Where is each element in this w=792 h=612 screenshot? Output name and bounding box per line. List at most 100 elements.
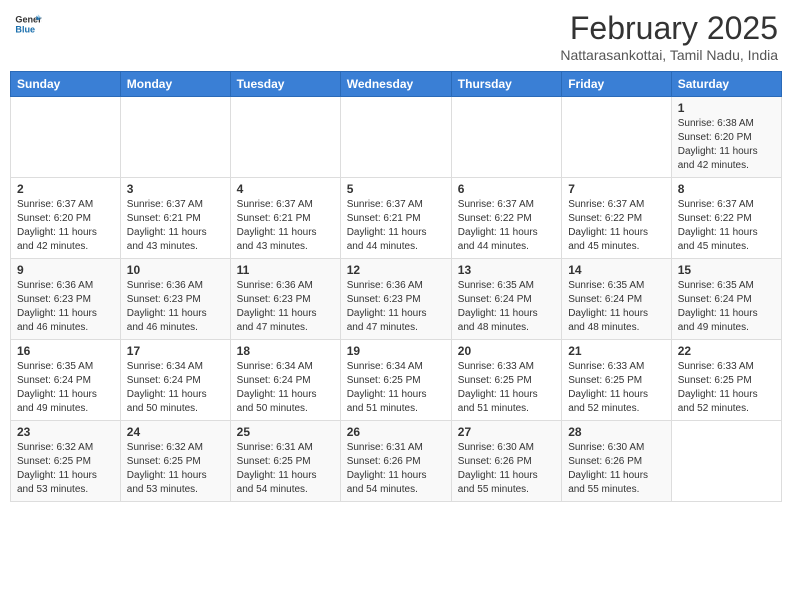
day-info: Sunrise: 6:37 AM Sunset: 6:22 PM Dayligh… — [568, 198, 665, 254]
calendar-day-cell: 19Sunrise: 6:34 AM Sunset: 6:25 PM Dayli… — [340, 340, 451, 421]
day-info: Sunrise: 6:33 AM Sunset: 6:25 PM Dayligh… — [678, 360, 775, 416]
weekday-header: Tuesday — [230, 72, 340, 97]
calendar-day-cell: 13 Sunrise: 6:35 AM Sunset: 6:24 PM Dayli… — [451, 259, 561, 340]
day-number: 14 — [568, 263, 665, 277]
day-info: Sunrise: 6:36 AM Sunset: 6:23 PM Dayligh… — [17, 279, 114, 335]
day-info: Sunrise: 6:35 AM Sunset: 6:24 PM Dayligh… — [568, 279, 665, 335]
calendar-week-row: 1 Sunrise: 6:38 AM Sunset: 6:20 PM Daylig… — [11, 97, 782, 178]
weekday-header: Monday — [120, 72, 230, 97]
day-info: Sunrise: 6:32 AM Sunset: 6:25 PM Dayligh… — [17, 441, 114, 497]
calendar-day-cell: 1 Sunrise: 6:38 AM Sunset: 6:20 PM Daylig… — [671, 97, 781, 178]
day-number: 24 — [127, 425, 224, 439]
day-number: 16 — [17, 344, 114, 358]
calendar-week-row: 9 Sunrise: 6:36 AM Sunset: 6:23 PM Daylig… — [11, 259, 782, 340]
calendar-day-cell: 16 Sunrise: 6:35 AM Sunset: 6:24 PM Dayli… — [11, 340, 121, 421]
day-info: Sunrise: 6:31 AM Sunset: 6:26 PM Dayligh… — [347, 441, 445, 497]
day-info: Sunrise: 6:34 AM Sunset: 6:24 PM Dayligh… — [127, 360, 224, 416]
location: Nattarasankottai, Tamil Nadu, India — [560, 47, 778, 63]
day-number: 19 — [347, 344, 445, 358]
calendar-day-cell: 5 Sunrise: 6:37 AM Sunset: 6:21 PM Daylig… — [340, 178, 451, 259]
day-info: Sunrise: 6:37 AM Sunset: 6:20 PM Dayligh… — [17, 198, 114, 254]
day-info: Sunrise: 6:35 AM Sunset: 6:24 PM Dayligh… — [678, 279, 775, 335]
day-number: 20 — [458, 344, 555, 358]
day-info: Sunrise: 6:31 AM Sunset: 6:25 PM Dayligh… — [237, 441, 334, 497]
day-info: Sunrise: 6:33 AM Sunset: 6:25 PM Dayligh… — [568, 360, 665, 416]
svg-text:Blue: Blue — [15, 24, 35, 34]
day-info: Sunrise: 6:38 AM Sunset: 6:20 PM Dayligh… — [678, 117, 775, 173]
calendar-day-cell: 3Sunrise: 6:37 AM Sunset: 6:21 PM Daylig… — [120, 178, 230, 259]
day-info: Sunrise: 6:30 AM Sunset: 6:26 PM Dayligh… — [458, 441, 555, 497]
calendar-day-cell: 4Sunrise: 6:37 AM Sunset: 6:21 PM Daylig… — [230, 178, 340, 259]
calendar-day-cell — [11, 97, 121, 178]
calendar-day-cell — [562, 97, 672, 178]
day-info: Sunrise: 6:36 AM Sunset: 6:23 PM Dayligh… — [237, 279, 334, 335]
day-number: 11 — [237, 263, 334, 277]
header-row: SundayMondayTuesdayWednesdayThursdayFrid… — [11, 72, 782, 97]
day-number: 25 — [237, 425, 334, 439]
calendar-day-cell: 20 Sunrise: 6:33 AM Sunset: 6:25 PM Dayli… — [451, 340, 561, 421]
calendar-day-cell: 24 Sunrise: 6:32 AM Sunset: 6:25 PM Dayli… — [120, 421, 230, 502]
page-header: General Blue February 2025 Nattarasankot… — [10, 10, 782, 63]
day-info: Sunrise: 6:36 AM Sunset: 6:23 PM Dayligh… — [347, 279, 445, 335]
logo-icon: General Blue — [14, 10, 42, 38]
day-number: 4 — [237, 182, 334, 196]
day-number: 9 — [17, 263, 114, 277]
calendar-table: SundayMondayTuesdayWednesdayThursdayFrid… — [10, 71, 782, 502]
calendar-week-row: 16 Sunrise: 6:35 AM Sunset: 6:24 PM Dayli… — [11, 340, 782, 421]
weekday-header: Friday — [562, 72, 672, 97]
day-info: Sunrise: 6:33 AM Sunset: 6:25 PM Dayligh… — [458, 360, 555, 416]
day-info: Sunrise: 6:35 AM Sunset: 6:24 PM Dayligh… — [17, 360, 114, 416]
day-info: Sunrise: 6:32 AM Sunset: 6:25 PM Dayligh… — [127, 441, 224, 497]
day-number: 27 — [458, 425, 555, 439]
calendar-day-cell: 28Sunrise: 6:30 AM Sunset: 6:26 PM Dayli… — [562, 421, 672, 502]
calendar-week-row: 2 Sunrise: 6:37 AM Sunset: 6:20 PM Daylig… — [11, 178, 782, 259]
day-info: Sunrise: 6:37 AM Sunset: 6:22 PM Dayligh… — [458, 198, 555, 254]
calendar-day-cell: 12Sunrise: 6:36 AM Sunset: 6:23 PM Dayli… — [340, 259, 451, 340]
calendar-day-cell: 2 Sunrise: 6:37 AM Sunset: 6:20 PM Daylig… — [11, 178, 121, 259]
day-info: Sunrise: 6:34 AM Sunset: 6:24 PM Dayligh… — [237, 360, 334, 416]
day-number: 8 — [678, 182, 775, 196]
calendar-day-cell — [451, 97, 561, 178]
calendar-day-cell: 21 Sunrise: 6:33 AM Sunset: 6:25 PM Dayli… — [562, 340, 672, 421]
title-block: February 2025 Nattarasankottai, Tamil Na… — [560, 10, 778, 63]
calendar-day-cell — [340, 97, 451, 178]
calendar-day-cell: 17 Sunrise: 6:34 AM Sunset: 6:24 PM Dayli… — [120, 340, 230, 421]
weekday-header: Sunday — [11, 72, 121, 97]
day-number: 21 — [568, 344, 665, 358]
month-title: February 2025 — [560, 10, 778, 47]
calendar-day-cell — [671, 421, 781, 502]
calendar-day-cell — [120, 97, 230, 178]
calendar-day-cell: 9 Sunrise: 6:36 AM Sunset: 6:23 PM Daylig… — [11, 259, 121, 340]
day-number: 15 — [678, 263, 775, 277]
calendar-week-row: 23 Sunrise: 6:32 AM Sunset: 6:25 PM Dayli… — [11, 421, 782, 502]
day-info: Sunrise: 6:37 AM Sunset: 6:21 PM Dayligh… — [347, 198, 445, 254]
day-number: 23 — [17, 425, 114, 439]
calendar-day-cell: 25 Sunrise: 6:31 AM Sunset: 6:25 PM Dayli… — [230, 421, 340, 502]
day-info: Sunrise: 6:35 AM Sunset: 6:24 PM Dayligh… — [458, 279, 555, 335]
calendar-day-cell: 6Sunrise: 6:37 AM Sunset: 6:22 PM Daylig… — [451, 178, 561, 259]
day-info: Sunrise: 6:37 AM Sunset: 6:22 PM Dayligh… — [678, 198, 775, 254]
weekday-header: Saturday — [671, 72, 781, 97]
day-number: 2 — [17, 182, 114, 196]
day-number: 5 — [347, 182, 445, 196]
day-number: 1 — [678, 101, 775, 115]
calendar-day-cell: 27 Sunrise: 6:30 AM Sunset: 6:26 PM Dayli… — [451, 421, 561, 502]
day-info: Sunrise: 6:30 AM Sunset: 6:26 PM Dayligh… — [568, 441, 665, 497]
logo: General Blue — [14, 10, 42, 38]
day-info: Sunrise: 6:37 AM Sunset: 6:21 PM Dayligh… — [127, 198, 224, 254]
calendar-day-cell: 18 Sunrise: 6:34 AM Sunset: 6:24 PM Dayli… — [230, 340, 340, 421]
calendar-day-cell: 11 Sunrise: 6:36 AM Sunset: 6:23 PM Dayli… — [230, 259, 340, 340]
calendar-day-cell — [230, 97, 340, 178]
calendar-day-cell: 14 Sunrise: 6:35 AM Sunset: 6:24 PM Dayli… — [562, 259, 672, 340]
day-number: 22 — [678, 344, 775, 358]
calendar-day-cell: 10 Sunrise: 6:36 AM Sunset: 6:23 PM Dayli… — [120, 259, 230, 340]
weekday-header: Wednesday — [340, 72, 451, 97]
calendar-day-cell: 15 Sunrise: 6:35 AM Sunset: 6:24 PM Dayli… — [671, 259, 781, 340]
day-info: Sunrise: 6:36 AM Sunset: 6:23 PM Dayligh… — [127, 279, 224, 335]
day-number: 7 — [568, 182, 665, 196]
day-number: 18 — [237, 344, 334, 358]
day-number: 17 — [127, 344, 224, 358]
day-number: 13 — [458, 263, 555, 277]
calendar-day-cell: 23 Sunrise: 6:32 AM Sunset: 6:25 PM Dayli… — [11, 421, 121, 502]
day-number: 10 — [127, 263, 224, 277]
